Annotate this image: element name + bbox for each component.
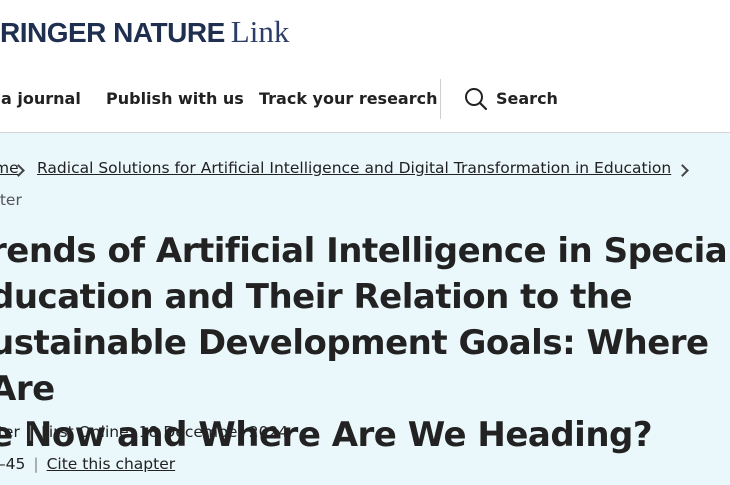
article-title-line: ustainable Development Goals: Where Are — [0, 323, 709, 409]
page-range: 7–45 — [0, 455, 26, 473]
article-meta-secondary: 7–45 | Cite this chapter — [0, 455, 175, 473]
search-icon[interactable] — [464, 87, 488, 111]
content-type-label: pter — [0, 191, 22, 209]
article-hero: me Radical Solutions for Artificial Inte… — [0, 133, 730, 485]
chevron-right-icon — [676, 164, 689, 177]
article-title-line: ducation and Their Relation to the — [0, 277, 633, 317]
nav-item-submit-journal[interactable]: a journal — [1, 66, 81, 132]
search-button[interactable]: Search — [496, 66, 558, 132]
article-meta: pter | First Online: 18 December 2024 — [0, 423, 288, 441]
main-nav: a journal Publish with us Track your res… — [0, 66, 730, 133]
nav-item-publish[interactable]: Publish with us — [106, 66, 244, 132]
brand-logo[interactable]: RINGER NATURE Link — [0, 14, 289, 50]
nav-divider — [440, 79, 441, 119]
meta-separator: | — [33, 455, 39, 473]
nav-item-track-research[interactable]: Track your research — [259, 66, 438, 132]
brand-link-word: Link — [230, 14, 290, 49]
site-header: RINGER NATURE Link — [0, 0, 730, 67]
article-title-line: rends of Artificial Intelligence in Spec… — [0, 231, 730, 271]
brand-name: RINGER NATURE — [0, 17, 225, 48]
meta-separator: | — [27, 423, 34, 441]
breadcrumb-book[interactable]: Radical Solutions for Artificial Intelli… — [37, 159, 671, 177]
meta-content-type: pter — [0, 423, 20, 441]
first-online-date: First Online: 18 December 2024 — [41, 423, 289, 441]
cite-chapter-link[interactable]: Cite this chapter — [47, 455, 176, 473]
